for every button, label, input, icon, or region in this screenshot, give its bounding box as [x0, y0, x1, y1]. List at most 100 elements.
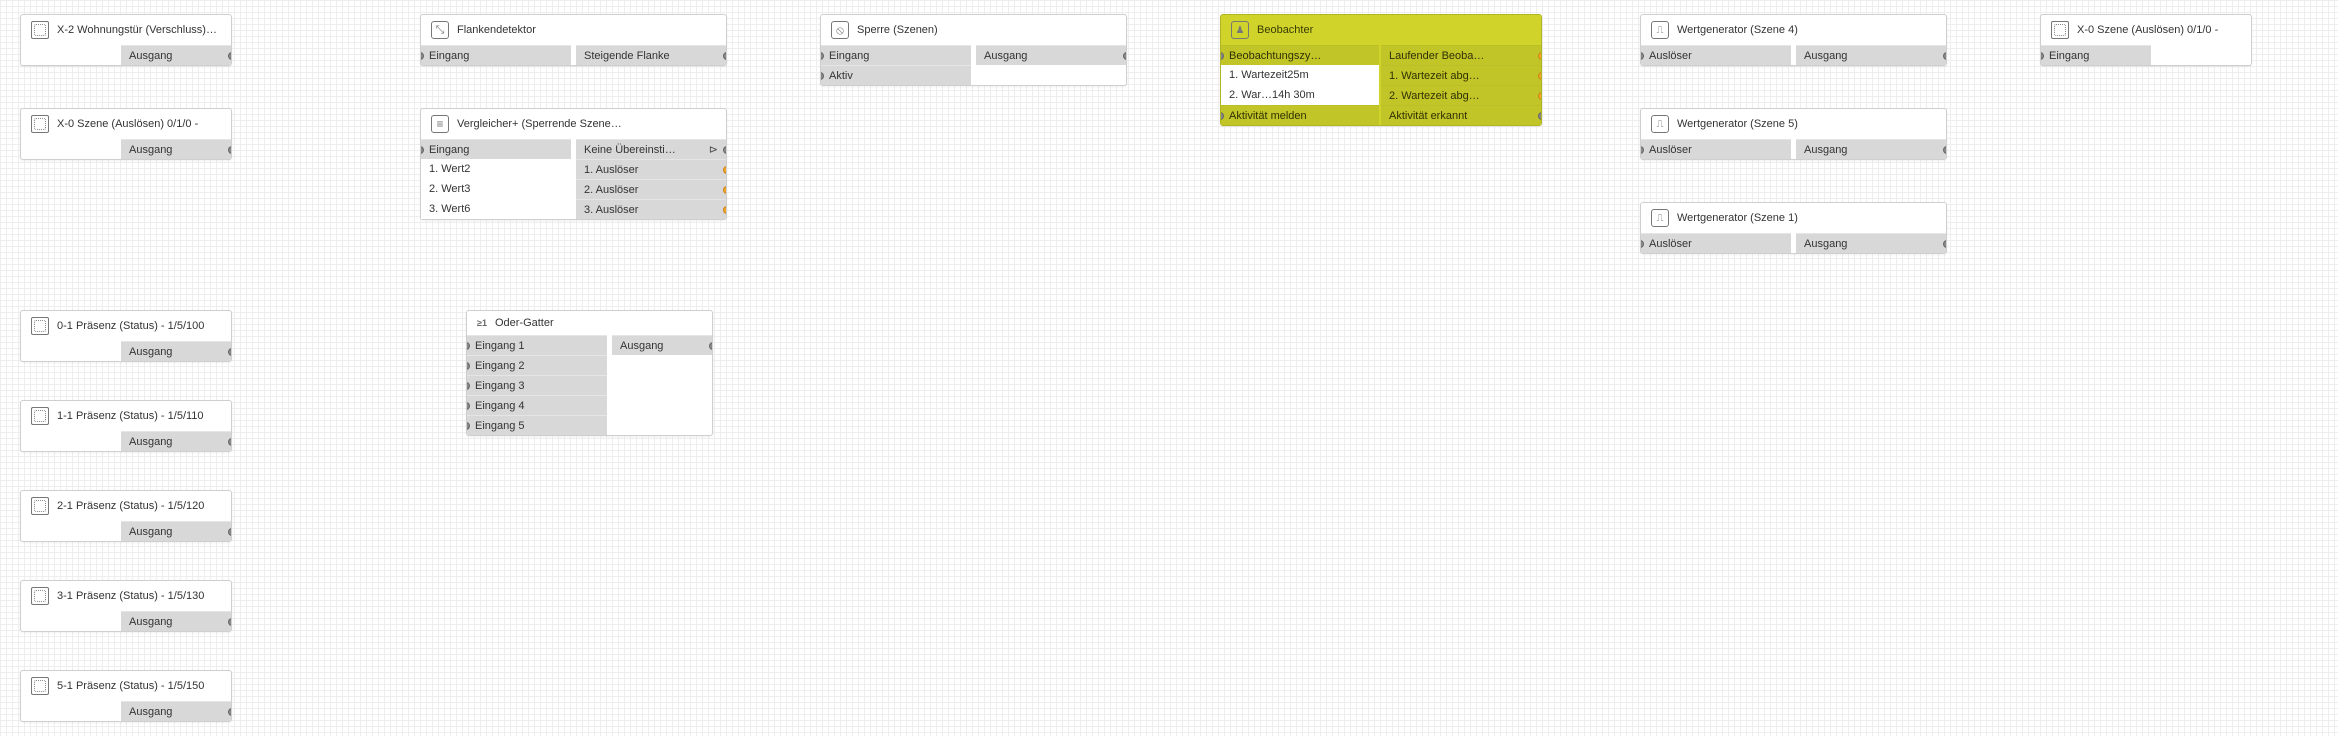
- port-SteigendeFlanke[interactable]: Steigende Flanke: [576, 45, 726, 65]
- knx-icon: [31, 407, 49, 425]
- port-output-dot[interactable]: [723, 166, 726, 174]
- port-Ausgang[interactable]: Ausgang: [121, 701, 231, 721]
- n-gen5[interactable]: Wertgenerator (Szene 5)AuslöserAusgang: [1640, 108, 1947, 160]
- n-sperre[interactable]: Sperre (Szenen)EingangAusgangAktiv: [820, 14, 1127, 86]
- port-input-dot[interactable]: [467, 362, 470, 370]
- port-Eing3[interactable]: Eingang 3: [467, 375, 607, 395]
- port-value: 14h 30m: [1272, 89, 1315, 101]
- port-Eingang[interactable]: Eingang: [2041, 45, 2151, 65]
- n-pres0[interactable]: 0-1 Präsenz (Status) - 1/5/100Ausgang: [20, 310, 232, 362]
- n-obs[interactable]: BeobachterBeobachtungszy…Laufender Beoba…: [1220, 14, 1542, 126]
- port-Ausloeser[interactable]: Auslöser: [1641, 139, 1791, 159]
- port-label: Eingang: [2049, 50, 2089, 62]
- port-Warte1[interactable]: 1. Wartezeit25m: [1221, 65, 1379, 85]
- port-input-dot[interactable]: [1641, 240, 1644, 248]
- port-input-dot[interactable]: [1221, 112, 1224, 120]
- port-Wert1[interactable]: 1. Wert2: [421, 159, 571, 179]
- port-Ausl2[interactable]: 2. Auslöser: [576, 179, 726, 199]
- port-Eingang[interactable]: Eingang: [421, 139, 571, 159]
- port-Ausgang[interactable]: Ausgang: [1796, 45, 1946, 65]
- port-input-dot[interactable]: [821, 52, 824, 60]
- port-label: Eingang: [429, 50, 469, 62]
- port-output-dot[interactable]: [228, 438, 231, 446]
- n-pres2[interactable]: 2-1 Präsenz (Status) - 1/5/120Ausgang: [20, 490, 232, 542]
- n-pres1[interactable]: 1-1 Präsenz (Status) - 1/5/110Ausgang: [20, 400, 232, 452]
- port-input-dot[interactable]: [421, 52, 424, 60]
- port-Eingang[interactable]: Eingang: [421, 45, 571, 65]
- port-input-dot[interactable]: [467, 382, 470, 390]
- port-output-dot[interactable]: [1943, 146, 1946, 154]
- port-Ausgang[interactable]: Ausgang: [121, 521, 231, 541]
- port-input-dot[interactable]: [421, 146, 424, 154]
- port-input-dot[interactable]: [1221, 52, 1224, 60]
- port-output-dot[interactable]: [723, 52, 726, 60]
- port-Ausl3[interactable]: 3. Auslöser: [576, 199, 726, 219]
- port-Warte1abg[interactable]: 1. Wartezeit abg…: [1381, 65, 1541, 85]
- port-output-dot[interactable]: [723, 146, 726, 154]
- port-Eing5[interactable]: Eingang 5: [467, 415, 607, 435]
- port-output-dot[interactable]: [228, 146, 231, 154]
- n-flank[interactable]: FlankendetektorEingangSteigende Flanke: [420, 14, 727, 66]
- port-input-dot[interactable]: [1641, 52, 1644, 60]
- port-Warte2abg[interactable]: 2. Wartezeit abg…: [1381, 85, 1541, 105]
- port-output-dot[interactable]: [1123, 52, 1126, 60]
- n-pres5[interactable]: 5-1 Präsenz (Status) - 1/5/150Ausgang: [20, 670, 232, 722]
- port-Beobachtungszyklus[interactable]: Beobachtungszy…: [1221, 45, 1379, 65]
- port-Ausgang[interactable]: Ausgang: [1796, 233, 1946, 253]
- port-Ausgang[interactable]: Ausgang: [1796, 139, 1946, 159]
- port-Ausloeser[interactable]: Auslöser: [1641, 45, 1791, 65]
- port-output-dot[interactable]: [228, 528, 231, 536]
- port-Eingang[interactable]: Eingang: [821, 45, 971, 65]
- n-gen1[interactable]: Wertgenerator (Szene 1)AuslöserAusgang: [1640, 202, 1947, 254]
- port-Aktiv[interactable]: Aktiv: [821, 65, 971, 85]
- port-input-dot[interactable]: [2041, 52, 2044, 60]
- port-output-dot[interactable]: [228, 348, 231, 356]
- port-Ausgang[interactable]: Ausgang: [121, 139, 231, 159]
- port-input-dot[interactable]: [1641, 146, 1644, 154]
- n-scene-in[interactable]: X-0 Szene (Auslösen) 0/1/0 -Ausgang: [20, 108, 232, 160]
- n-door[interactable]: X-2 Wohnungstür (Verschluss)…Ausgang: [20, 14, 232, 66]
- port-Ausgang[interactable]: Ausgang: [121, 431, 231, 451]
- port-output-dot[interactable]: [228, 708, 231, 716]
- port-input-dot[interactable]: [821, 72, 824, 80]
- port-label: Eingang 2: [475, 360, 525, 372]
- port-Eing4[interactable]: Eingang 4: [467, 395, 607, 415]
- port-KeineUebereinst[interactable]: Keine Übereinsti…⊳: [576, 139, 726, 159]
- port-output-dot[interactable]: [1538, 92, 1541, 100]
- n-gen4[interactable]: Wertgenerator (Szene 4)AuslöserAusgang: [1640, 14, 1947, 66]
- port-output-dot[interactable]: [228, 618, 231, 626]
- port-output-dot[interactable]: [228, 52, 231, 60]
- port-input-dot[interactable]: [467, 422, 470, 430]
- port-Ausloeser[interactable]: Auslöser: [1641, 233, 1791, 253]
- port-Ausgang[interactable]: Ausgang: [121, 341, 231, 361]
- port-output-dot[interactable]: [723, 206, 726, 214]
- port-Ausgang[interactable]: Ausgang: [612, 335, 712, 355]
- port-input-dot[interactable]: [467, 402, 470, 410]
- port-output-dot[interactable]: [1538, 112, 1541, 120]
- n-cmp[interactable]: Vergleicher+ (Sperrende Szene…EingangKei…: [420, 108, 727, 220]
- port-Warte2[interactable]: 2. War…14h 30m: [1221, 85, 1379, 105]
- port-output-dot[interactable]: [1538, 52, 1541, 60]
- port-Ausgang[interactable]: Ausgang: [121, 45, 231, 65]
- port-AktErkannt[interactable]: Aktivität erkannt: [1381, 105, 1541, 125]
- port-Ausgang[interactable]: Ausgang: [121, 611, 231, 631]
- n-scene-out[interactable]: X-0 Szene (Auslösen) 0/1/0 -Eingang: [2040, 14, 2252, 66]
- port-output-dot[interactable]: [709, 342, 712, 350]
- port-Wert3[interactable]: 3. Wert6: [421, 199, 571, 219]
- n-pres3[interactable]: 3-1 Präsenz (Status) - 1/5/130Ausgang: [20, 580, 232, 632]
- port-Ausgang[interactable]: Ausgang: [976, 45, 1126, 65]
- port-LaufBeob[interactable]: Laufender Beoba…: [1381, 45, 1541, 65]
- port-output-dot[interactable]: [1943, 240, 1946, 248]
- port-Wert2[interactable]: 2. Wert3: [421, 179, 571, 199]
- port-Ausl1[interactable]: 1. Auslöser: [576, 159, 726, 179]
- n-or[interactable]: ≥1Oder-GatterEingang 1AusgangEingang 2Ei…: [466, 310, 713, 436]
- port-Eing2[interactable]: Eingang 2: [467, 355, 607, 375]
- port-label: 2. Auslöser: [584, 184, 638, 196]
- port-Eing1[interactable]: Eingang 1: [467, 335, 607, 355]
- port-output-dot[interactable]: [1538, 72, 1541, 80]
- port-output-dot[interactable]: [723, 186, 726, 194]
- port-input-dot[interactable]: [467, 342, 470, 350]
- port-label: 1. Wert: [429, 163, 464, 175]
- port-output-dot[interactable]: [1943, 52, 1946, 60]
- port-AktMelden[interactable]: Aktivität melden: [1221, 105, 1379, 125]
